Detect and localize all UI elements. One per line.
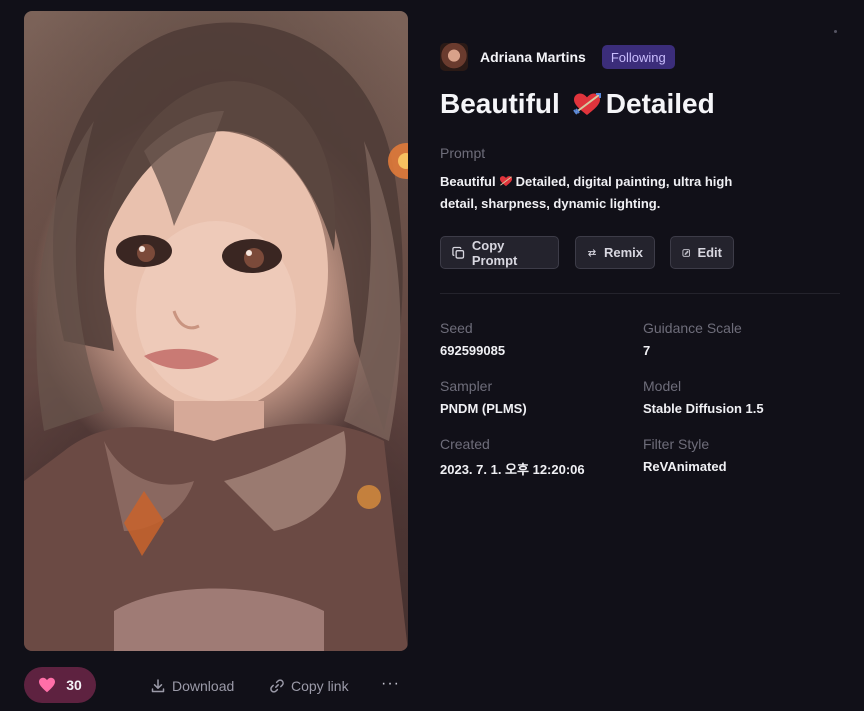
prompt-text: Beautiful Detailed, digital painting, ult…	[440, 171, 770, 215]
sampler-label: Sampler	[440, 378, 493, 394]
created-label: Created	[440, 436, 490, 452]
model-label: Model	[643, 378, 682, 394]
edit-button[interactable]: Edit	[670, 236, 734, 269]
created-value: 2023. 7. 1. 오후 12:20:06	[440, 462, 585, 477]
download-label: Download	[172, 678, 235, 694]
prompt-label: Prompt	[440, 145, 486, 161]
heart-with-arrow-icon	[572, 93, 601, 115]
more-dots-icon: ···	[381, 675, 400, 692]
sampler-value: PNDM (PLMS)	[440, 401, 527, 416]
link-icon	[270, 679, 284, 693]
remix-button[interactable]: Remix	[575, 236, 655, 269]
prompt-text-start: Beautiful	[440, 174, 496, 189]
artwork-image[interactable]	[24, 11, 408, 651]
title-text-end: Detailed	[605, 88, 715, 119]
page-title: Beautiful Detailed	[440, 88, 715, 120]
title-text-start: Beautiful	[440, 88, 560, 119]
seed-value: 692599085	[440, 343, 506, 358]
edit-label: Edit	[697, 245, 722, 260]
remix-label: Remix	[603, 245, 643, 260]
author-row: Adriana Martins Following	[440, 43, 675, 71]
copy-link-button[interactable]: Copy link	[269, 676, 349, 696]
avatar[interactable]	[440, 43, 468, 71]
remix-icon	[587, 248, 597, 257]
inline-heart-icon	[499, 176, 512, 187]
copy-prompt-label: Copy Prompt	[471, 237, 518, 268]
seed-label: Seed	[440, 320, 473, 336]
download-button[interactable]: Download	[150, 676, 234, 696]
download-icon	[151, 679, 165, 693]
divider	[440, 293, 840, 294]
image-detail-page: 30 Download Copy link ··· Adriana Martin…	[0, 0, 864, 711]
guidance-scale-value: 7	[643, 343, 651, 358]
corner-dot	[834, 30, 837, 33]
model-value: Stable Diffusion 1.5	[643, 401, 764, 416]
guidance-scale-label: Guidance Scale	[643, 320, 742, 336]
portrait-illustration	[24, 22, 408, 651]
author-name[interactable]: Adriana Martins	[480, 49, 586, 65]
like-count: 30	[66, 677, 82, 693]
following-badge[interactable]: Following	[601, 45, 675, 69]
heart-icon	[39, 677, 56, 693]
copy-link-label: Copy link	[291, 678, 349, 694]
filter-style-label: Filter Style	[643, 436, 710, 452]
filter-style-value: ReVAnimated	[643, 459, 727, 474]
copy-prompt-button[interactable]: Copy Prompt	[440, 236, 559, 269]
copy-icon	[452, 246, 465, 259]
edit-icon	[682, 248, 690, 257]
like-button[interactable]: 30	[24, 667, 96, 703]
more-options-button[interactable]: ···	[381, 674, 400, 694]
